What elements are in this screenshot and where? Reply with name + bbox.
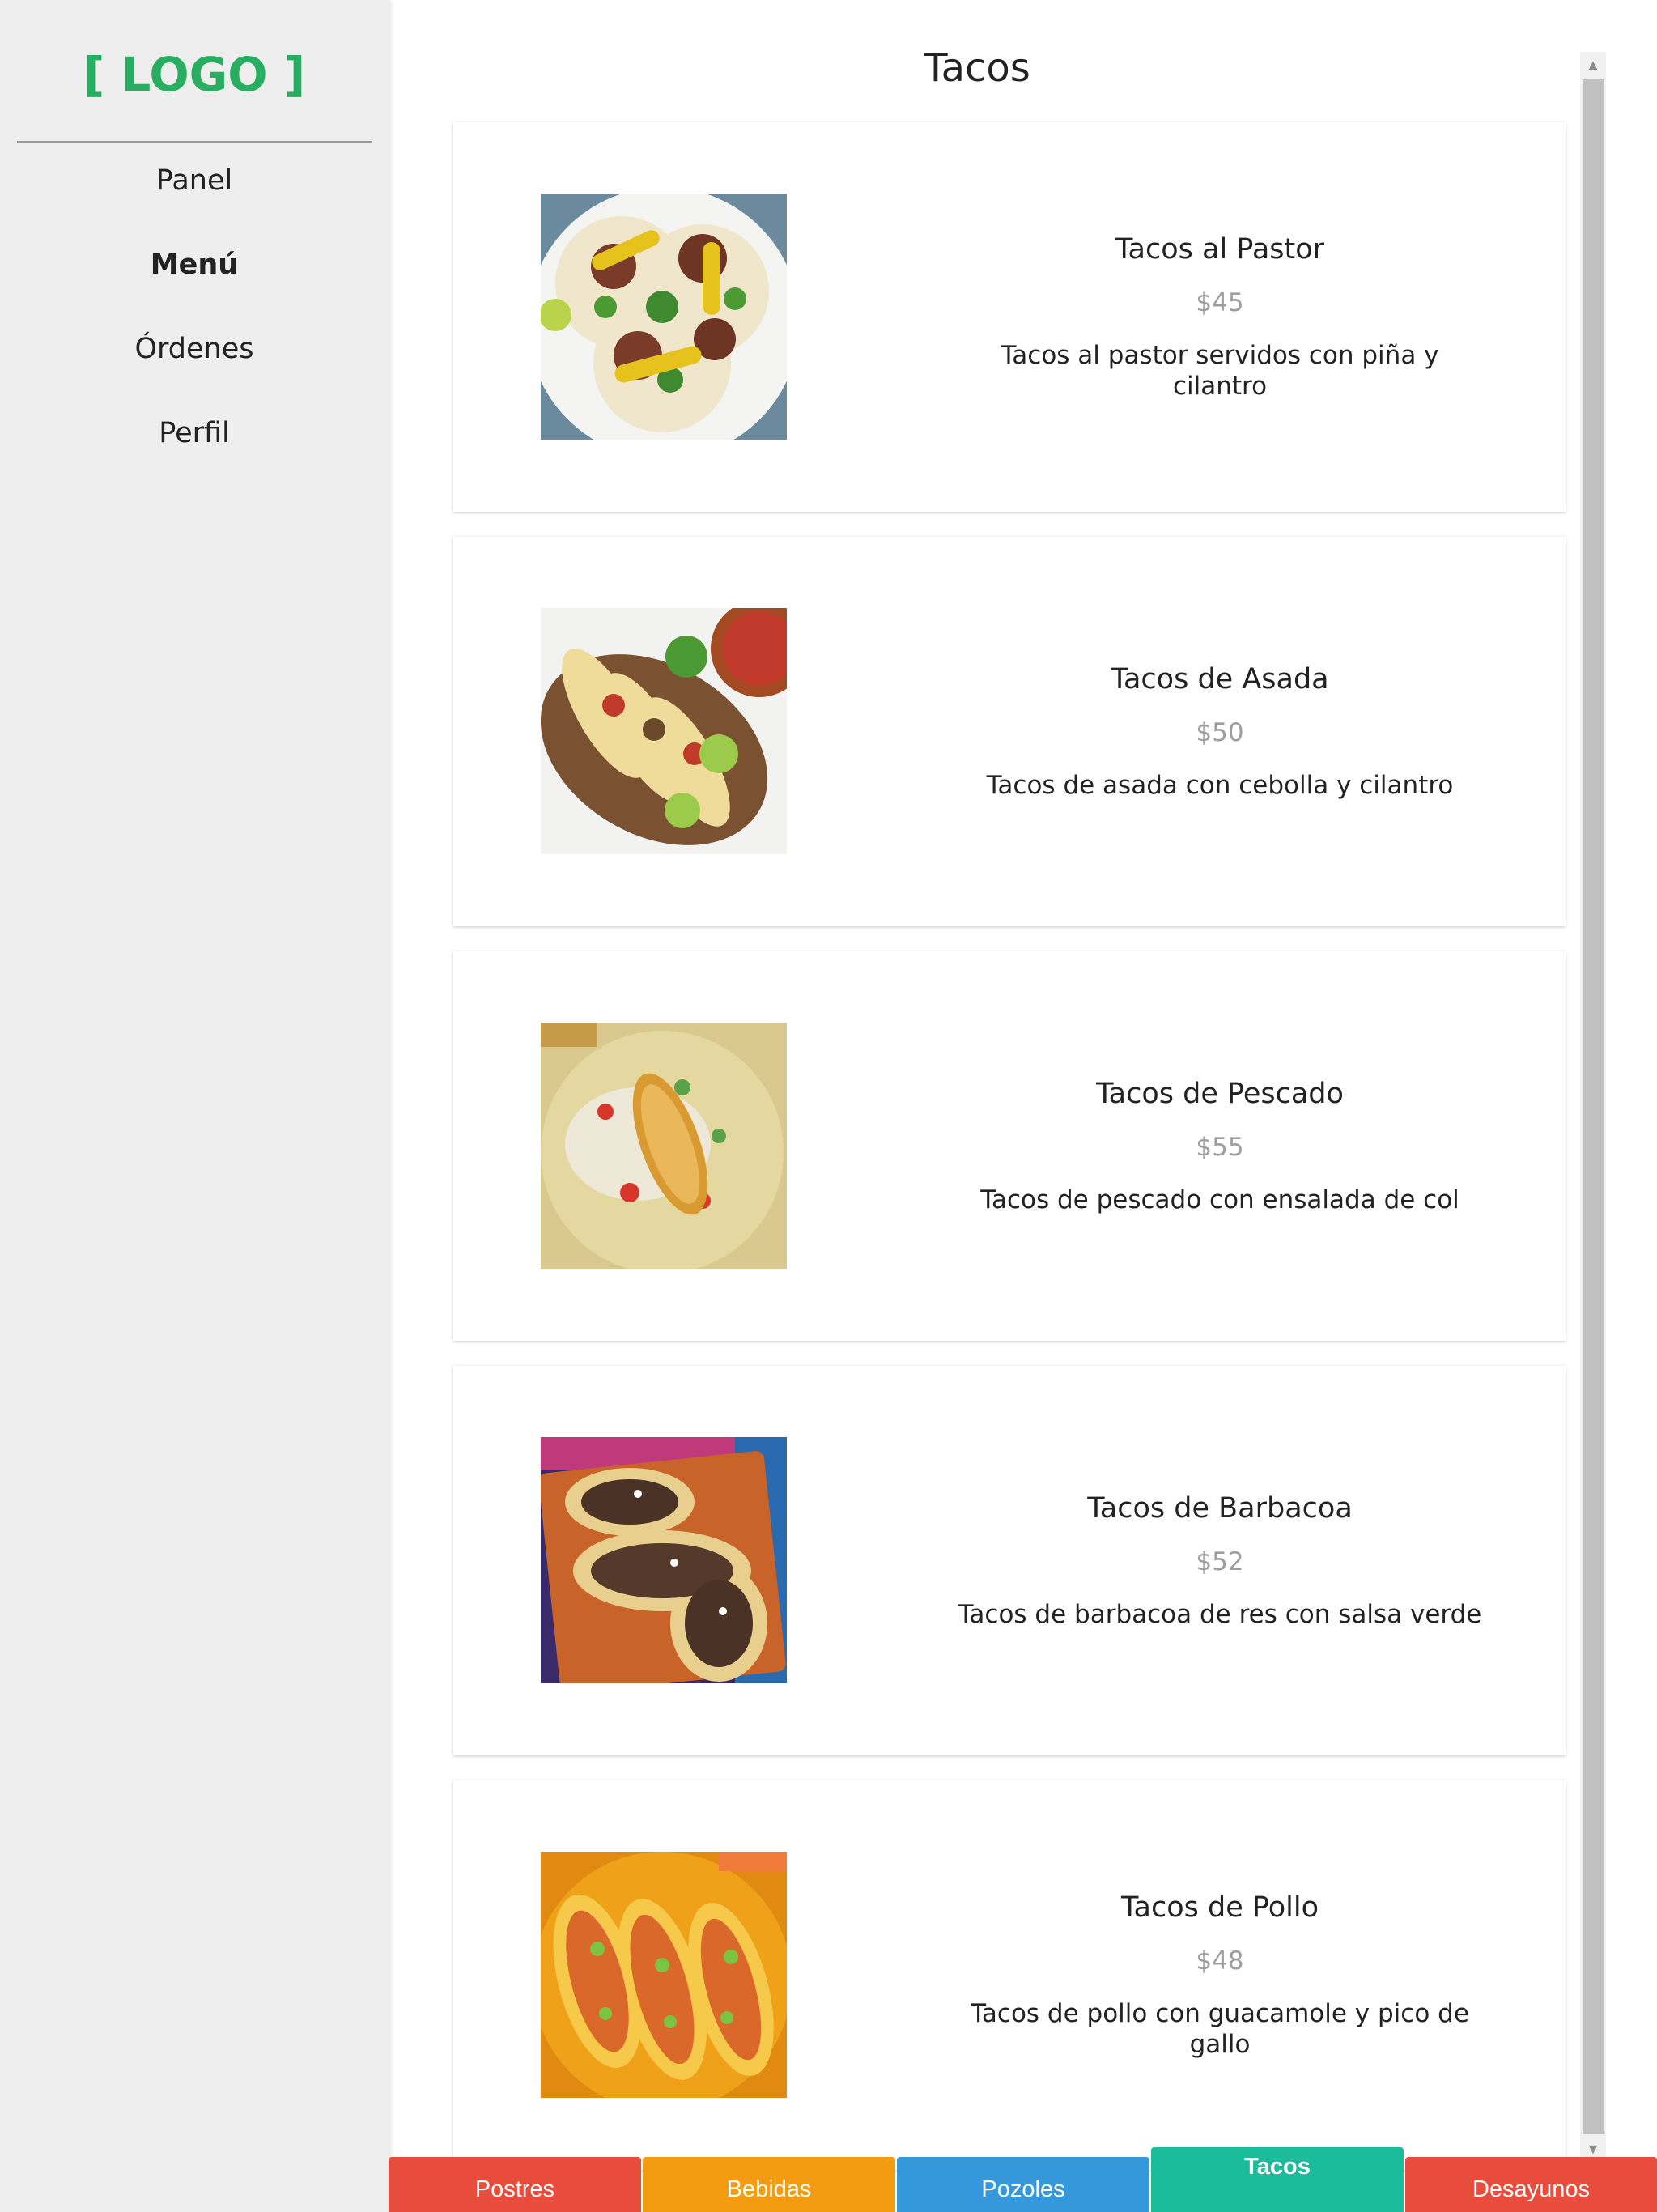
menu-item-info: Tacos de Barbacoa $52 Tacos de barbacoa …	[955, 1366, 1485, 1755]
page-title: Tacos	[924, 45, 1030, 91]
scrollbar-thumb[interactable]	[1583, 79, 1604, 2134]
tab-bebidas[interactable]: Bebidas	[643, 2157, 895, 2212]
tab-tacos[interactable]: Tacos	[1151, 2147, 1404, 2212]
menu-item-price: $48	[1196, 1946, 1244, 1976]
sidebar-item-perfil[interactable]: Perfil	[0, 417, 389, 449]
scrollbar[interactable]: ▲ ▼	[1580, 52, 1606, 2162]
menu-item-info: Tacos de Pollo $48 Tacos de pollo con gu…	[955, 1780, 1485, 2170]
menu-item-name: Tacos de Barbacoa	[1087, 1491, 1353, 1525]
menu-item-card[interactable]: Tacos de Pollo $48 Tacos de pollo con gu…	[453, 1780, 1566, 2170]
menu-item-description: Tacos al pastor servidos con piña y cila…	[1001, 340, 1439, 401]
tab-postres[interactable]: Postres	[389, 2157, 641, 2212]
menu-item-description: Tacos de barbacoa de res con salsa verde	[958, 1599, 1482, 1629]
menu-item-name: Tacos de Asada	[1111, 662, 1329, 696]
menu-item-image	[541, 194, 787, 440]
menu-item-card[interactable]: Tacos de Asada $50 Tacos de asada con ce…	[453, 537, 1566, 926]
menu-item-price: $55	[1196, 1132, 1244, 1162]
tab-pozoles[interactable]: Pozoles	[897, 2157, 1149, 2212]
menu-item-price: $50	[1196, 717, 1244, 747]
menu-item-price: $45	[1196, 287, 1244, 317]
menu-item-image	[541, 1437, 787, 1683]
menu-item-image	[541, 608, 787, 854]
menu-item-name: Tacos de Pollo	[1120, 1891, 1319, 1924]
menu-item-card[interactable]: Tacos al Pastor $45 Tacos al pastor serv…	[453, 122, 1566, 512]
menu-item-info: Tacos al Pastor $45 Tacos al pastor serv…	[955, 122, 1485, 512]
menu-item-description: Tacos de pescado con ensalada de col	[980, 1185, 1459, 1214]
sidebar-item-ordenes[interactable]: Órdenes	[0, 333, 389, 365]
menu-item-price: $52	[1196, 1546, 1244, 1576]
menu-item-name: Tacos al Pastor	[1115, 232, 1325, 266]
sidebar: [ LOGO ] Panel Menú Órdenes Perfil	[0, 0, 389, 2212]
sidebar-item-panel[interactable]: Panel	[0, 164, 389, 197]
menu-item-description: Tacos de asada con cebolla y cilantro	[986, 770, 1454, 800]
logo: [ LOGO ]	[83, 47, 306, 102]
menu-item-card[interactable]: Tacos de Barbacoa $52 Tacos de barbacoa …	[453, 1366, 1566, 1755]
menu-item-image	[541, 1852, 787, 2098]
menu-item-description: Tacos de pollo con guacamole y pico de g…	[971, 1998, 1469, 2059]
menu-item-info: Tacos de Asada $50 Tacos de asada con ce…	[955, 537, 1485, 926]
tab-desayunos[interactable]: Desayunos	[1405, 2157, 1657, 2212]
menu-item-card[interactable]: Tacos de Pescado $55 Tacos de pescado co…	[453, 951, 1566, 1341]
scroll-up-arrow-icon[interactable]: ▲	[1580, 52, 1606, 78]
sidebar-divider	[17, 141, 372, 143]
category-tabs: Postres Bebidas Pozoles Tacos Desayunos	[389, 2147, 1657, 2212]
sidebar-item-menu[interactable]: Menú	[0, 249, 389, 281]
menu-item-info: Tacos de Pescado $55 Tacos de pescado co…	[955, 951, 1485, 1341]
main-content: Tacos Tacos al Pastor $45 Tacos al pasto…	[389, 0, 1657, 2212]
menu-item-image	[541, 1023, 787, 1269]
menu-item-name: Tacos de Pescado	[1096, 1077, 1344, 1110]
